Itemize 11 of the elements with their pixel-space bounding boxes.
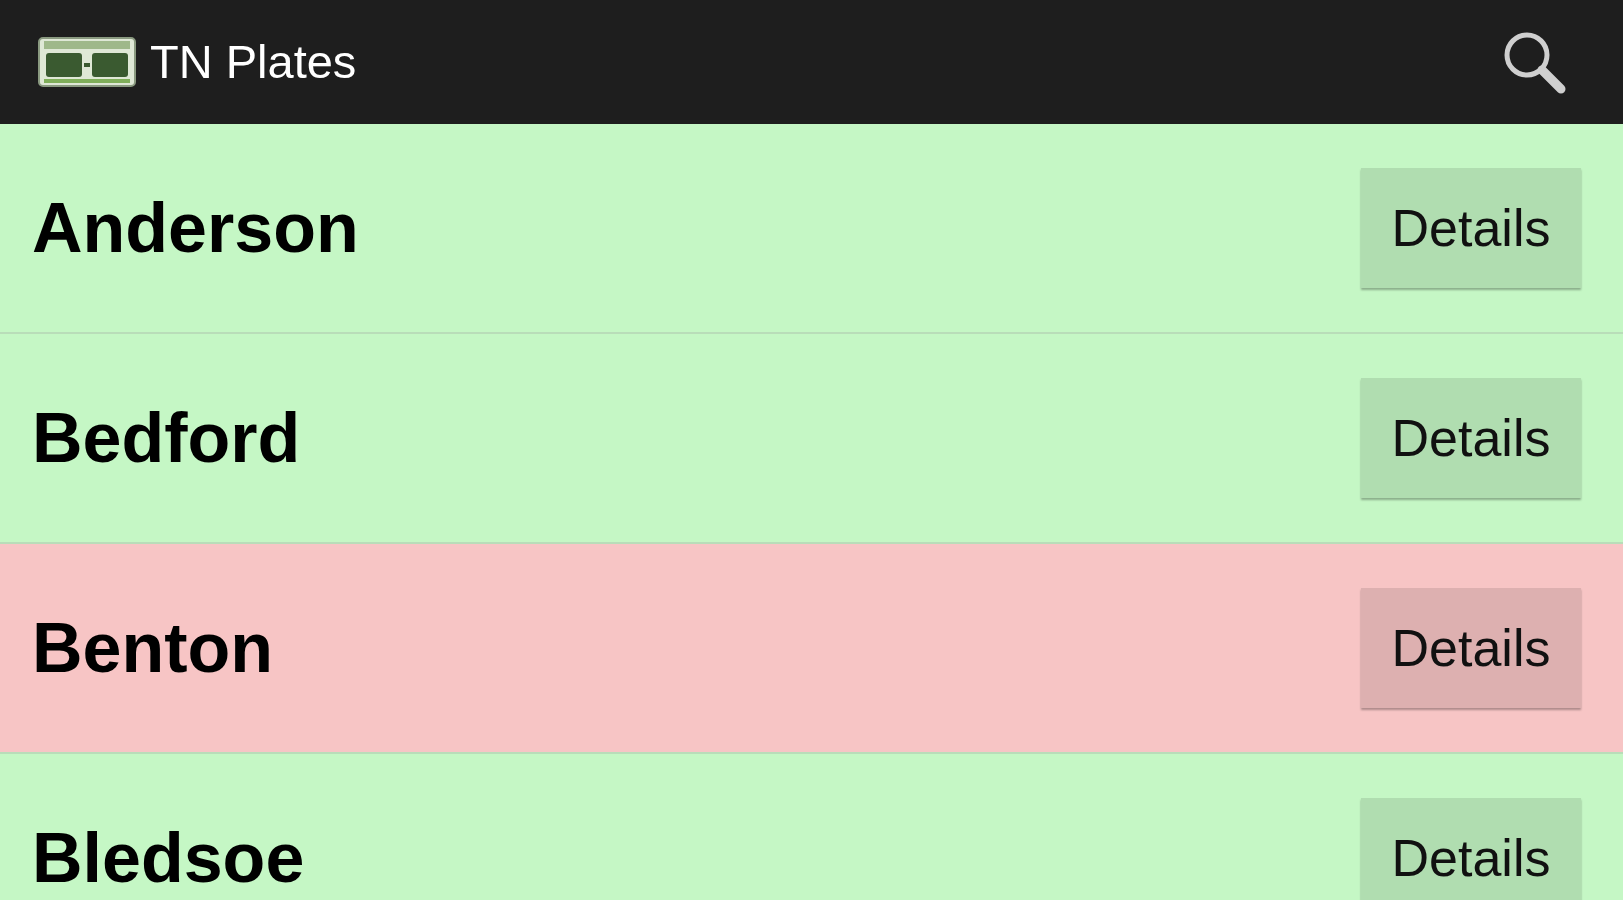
county-row[interactable]: Benton Details (0, 544, 1623, 754)
county-name: Anderson (32, 187, 360, 269)
county-name: Benton (32, 607, 275, 689)
details-button[interactable]: Details (1361, 798, 1581, 900)
county-name: Bledsoe (32, 817, 306, 899)
license-plate-icon (38, 37, 136, 87)
details-button[interactable]: Details (1361, 588, 1581, 708)
details-button[interactable]: Details (1361, 378, 1581, 498)
details-button[interactable]: Details (1361, 168, 1581, 288)
app-title: TN Plates (150, 33, 357, 90)
county-name: Bedford (32, 397, 302, 479)
